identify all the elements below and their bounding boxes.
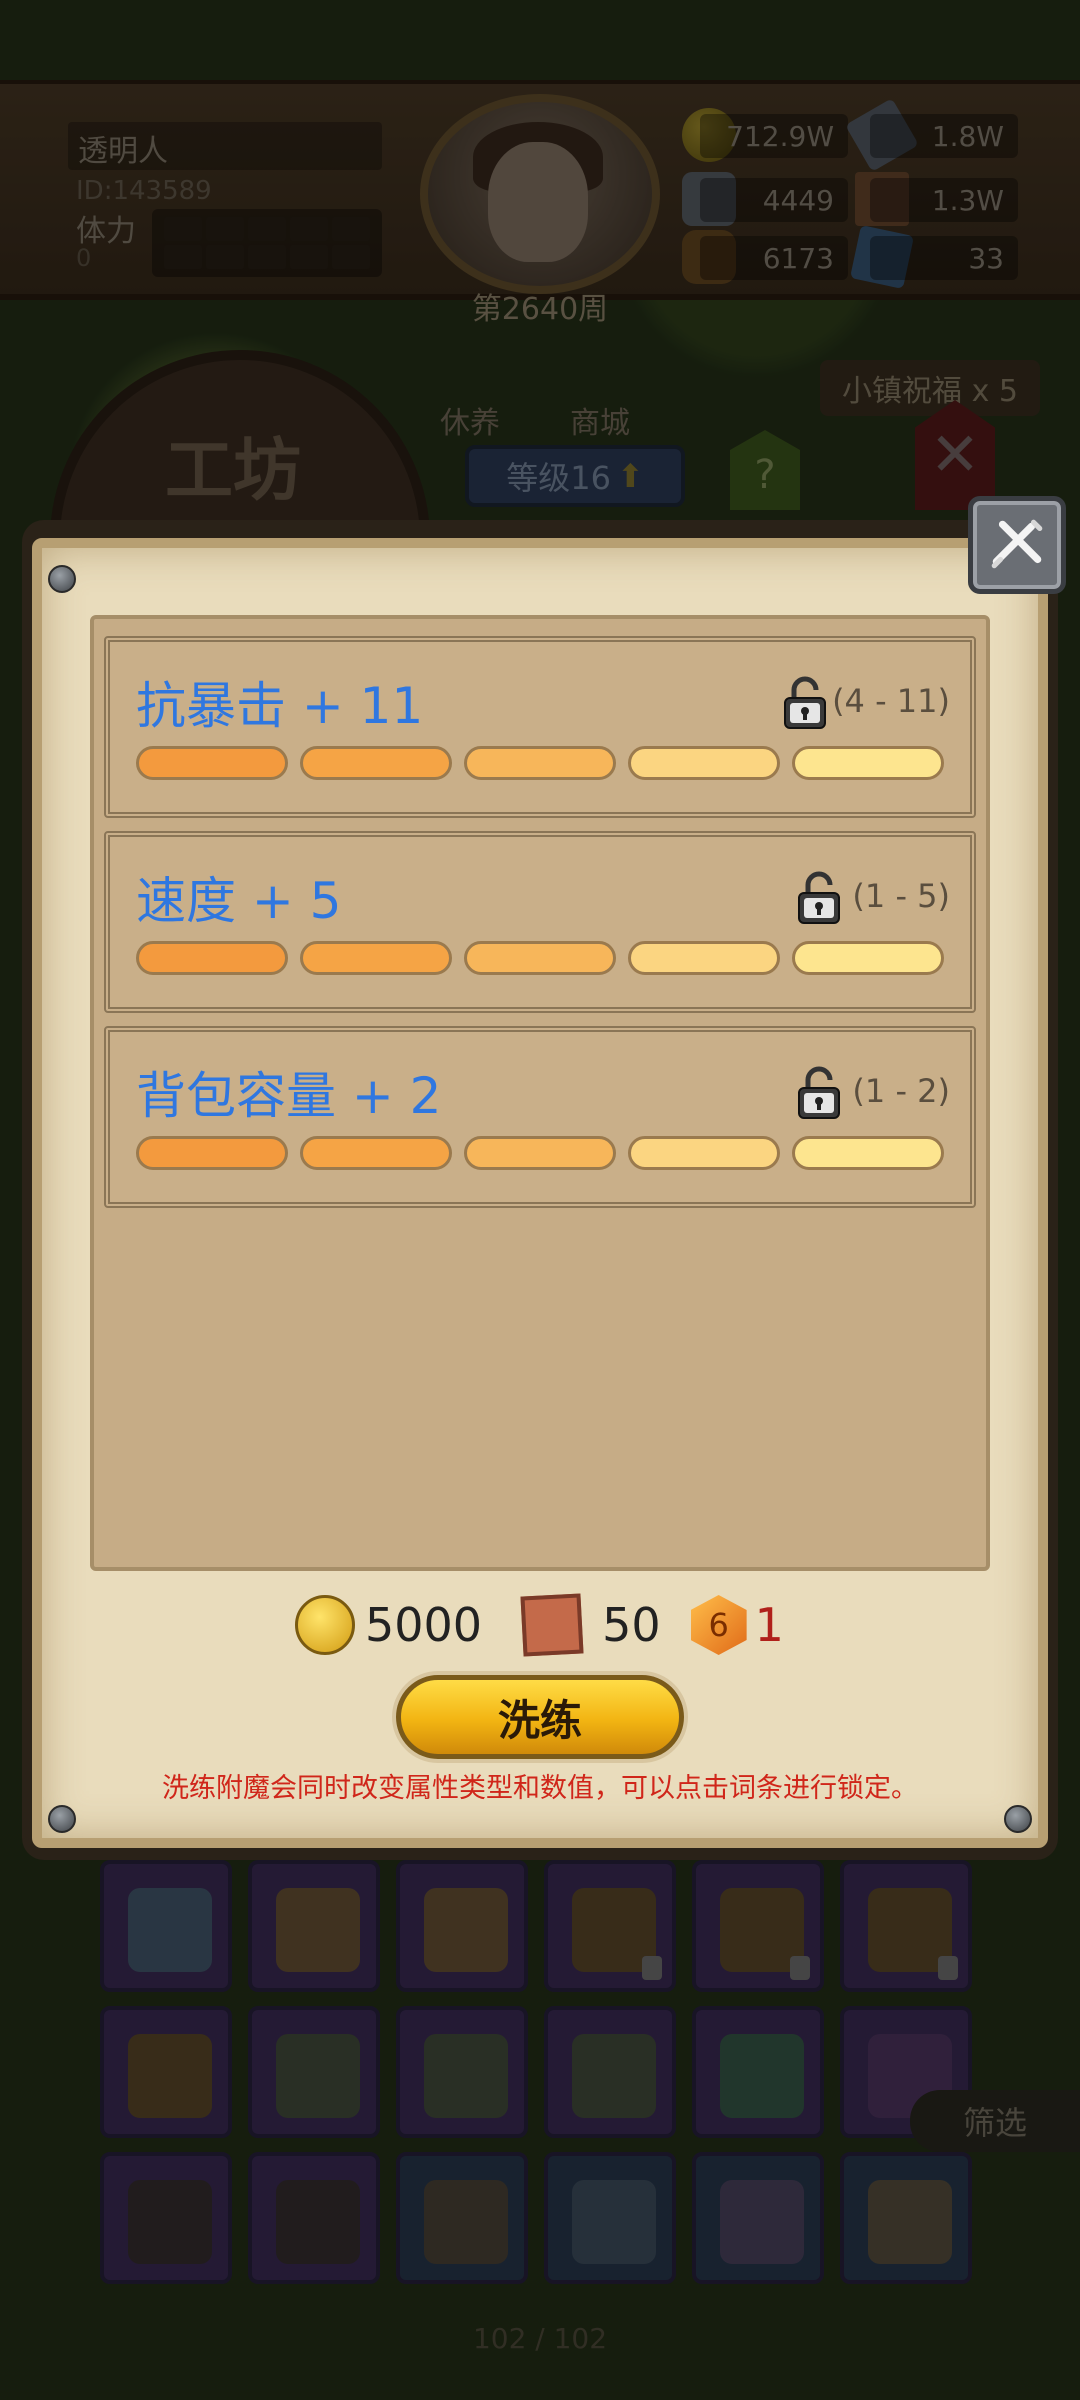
close-button[interactable] — [968, 496, 1066, 594]
stat-bars — [136, 941, 944, 975]
stat-range: (1 - 5) — [852, 877, 950, 915]
rivet-icon — [48, 1805, 76, 1833]
rivet-icon — [48, 565, 76, 593]
lock-icon[interactable] — [782, 674, 828, 730]
stat-text: 抗暴击 + 11 — [136, 677, 424, 735]
stat-bars — [136, 1136, 944, 1170]
refine-button[interactable]: 洗练 — [396, 1675, 684, 1759]
gem-icon: 6 — [690, 1595, 747, 1655]
rivet-icon — [1004, 1805, 1032, 1833]
gold-coin-icon — [295, 1595, 355, 1655]
stat-bars — [136, 746, 944, 780]
stat-text: 背包容量 + 2 — [136, 1067, 442, 1125]
stat-range: (1 - 2) — [852, 1072, 950, 1110]
stat-entry[interactable]: 速度 + 5 (1 - 5) — [104, 831, 976, 1013]
refine-hint: 洗练附魔会同时改变属性类型和数值，可以点击词条进行锁定。 — [162, 1773, 918, 1804]
stat-entry[interactable]: 背包容量 + 2 (1 - 2) — [104, 1026, 976, 1208]
close-icon — [991, 519, 1043, 569]
stat-range: (4 - 11) — [832, 682, 950, 720]
lock-icon[interactable] — [796, 1064, 842, 1120]
gold-cost: 5000 — [365, 1598, 483, 1652]
lock-icon[interactable] — [796, 869, 842, 925]
stat-text: 速度 + 5 — [136, 872, 342, 930]
scroll-cost: 50 — [602, 1598, 661, 1652]
refine-cost: 5000 50 6 1 — [295, 1590, 784, 1660]
scroll-icon — [520, 1593, 584, 1657]
gem-cost: 1 — [754, 1598, 784, 1652]
stat-entry[interactable]: 抗暴击 + 11 (4 - 11) — [104, 636, 976, 818]
